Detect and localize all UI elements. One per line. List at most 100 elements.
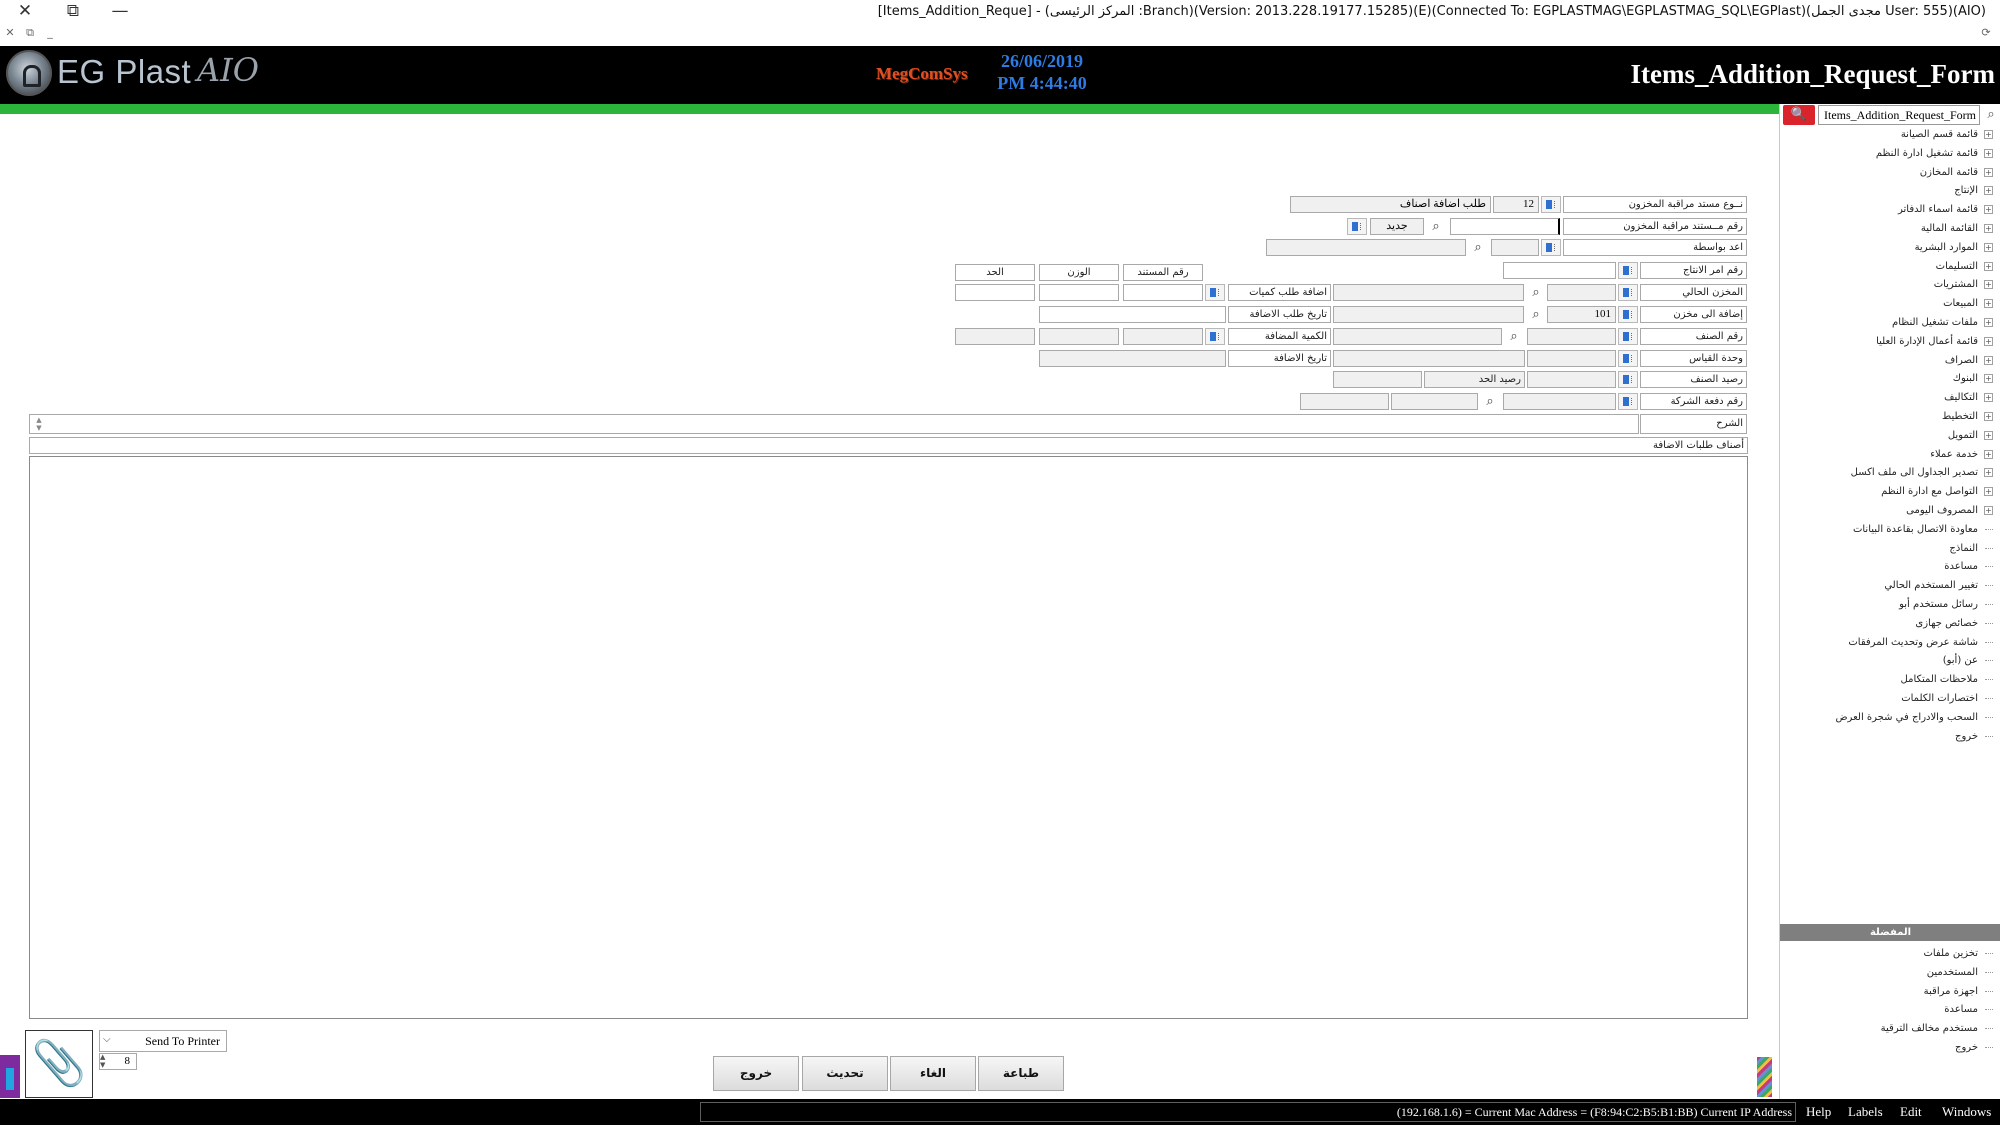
menu-tree-item[interactable]: شاشة عرض وتحديث المرفقات: [1848, 633, 1978, 652]
menu-tree-item[interactable]: قائمة تشغيل ادارة النظم: [1876, 144, 1978, 163]
menu-tree-item[interactable]: قائمة المخازن: [1920, 163, 1978, 182]
item-no-code-field[interactable]: [1527, 328, 1616, 345]
menu-tree-item[interactable]: التسليمات: [1936, 257, 1978, 276]
doc-type-code-field[interactable]: 12: [1493, 196, 1539, 213]
menu-labels[interactable]: Labels: [1848, 1103, 1883, 1121]
minimize-icon[interactable]: —: [98, 0, 142, 22]
cancel-button[interactable]: الغاء: [890, 1056, 976, 1091]
expand-plus-icon[interactable]: +: [1984, 167, 1993, 177]
production-order-field[interactable]: [1503, 262, 1616, 279]
menu-tree-item[interactable]: المشتريات: [1934, 275, 1978, 294]
menu-tree-item[interactable]: السحب والادراج في شجرة العرض: [1835, 708, 1978, 727]
refresh-icon[interactable]: ⟳: [1978, 25, 1994, 41]
current-store-lookup-icon[interactable]: [1618, 284, 1638, 301]
added-qty-lookup-icon[interactable]: [1205, 328, 1225, 345]
menu-tree-item[interactable]: التمويل: [1948, 426, 1978, 445]
expand-plus-icon[interactable]: +: [1984, 393, 1993, 403]
favorite-item[interactable]: مساعدة: [1944, 1000, 1978, 1019]
notes-input[interactable]: [29, 414, 1639, 434]
current-store-search-icon[interactable]: ⌕: [1526, 284, 1546, 301]
expand-plus-icon[interactable]: +: [1984, 374, 1993, 384]
expand-plus-icon[interactable]: +: [1984, 487, 1993, 497]
close-icon[interactable]: ✕: [3, 0, 47, 22]
doc-no-search-icon[interactable]: ⌕: [1426, 218, 1446, 235]
expand-plus-icon[interactable]: +: [1984, 148, 1993, 158]
item-no-lookup-icon[interactable]: [1618, 328, 1638, 345]
add-to-store-search-icon[interactable]: ⌕: [1526, 306, 1546, 323]
added-qty-doc-field[interactable]: [1123, 328, 1203, 345]
add-to-store-lookup-icon[interactable]: [1618, 306, 1638, 323]
menu-tree-item[interactable]: الموارد البشرية: [1915, 238, 1978, 257]
company-batch-lookup-icon[interactable]: [1618, 393, 1638, 410]
expand-plus-icon[interactable]: +: [1984, 318, 1993, 327]
menu-windows[interactable]: Windows: [1942, 1103, 1991, 1121]
menu-tree-item[interactable]: المصروف اليومى: [1906, 501, 1978, 520]
expand-plus-icon[interactable]: +: [1984, 242, 1993, 252]
magnifier-icon[interactable]: ⌕: [1982, 105, 2000, 125]
chevron-down-icon[interactable]: ⌵: [103, 1034, 111, 1045]
notes-scroll-icon[interactable]: ▲ ▼: [33, 416, 45, 432]
menu-tree-item[interactable]: ملاحظات المتكامل: [1901, 670, 1978, 689]
colorful-books-icon[interactable]: [1757, 1057, 1772, 1097]
menu-tree-item[interactable]: خصائص جهازى: [1915, 614, 1978, 633]
menu-tree-item[interactable]: الإنتاج: [1954, 181, 1978, 200]
menu-tree-item[interactable]: المبيعات: [1943, 294, 1978, 313]
menu-tree-item[interactable]: خدمة عملاء: [1930, 445, 1978, 464]
expand-plus-icon[interactable]: +: [1984, 430, 1993, 440]
expand-plus-icon[interactable]: +: [1984, 336, 1993, 346]
added-qty-limit-field[interactable]: [955, 328, 1035, 345]
qty-request-weight-field[interactable]: [1039, 284, 1119, 301]
print-button[interactable]: طباعة: [978, 1056, 1064, 1091]
expand-plus-icon[interactable]: +: [1984, 299, 1993, 309]
search-icon[interactable]: 🔍: [1783, 105, 1815, 125]
menu-tree-item[interactable]: التخطيط: [1942, 407, 1978, 426]
doc-no-input[interactable]: [1450, 218, 1560, 235]
addition-date-field[interactable]: [1039, 350, 1226, 367]
menu-tree-item[interactable]: معاودة الاتصال بقاعدة البيانات: [1853, 520, 1978, 539]
menu-tree-item[interactable]: الصراف: [1945, 351, 1978, 370]
menu-edit[interactable]: Edit: [1900, 1103, 1922, 1121]
production-order-lookup-icon[interactable]: [1618, 262, 1638, 279]
menu-tree-item[interactable]: خروج: [1955, 727, 1978, 746]
added-qty-weight-field[interactable]: [1039, 328, 1119, 345]
favorite-item[interactable]: تخزين ملفات: [1923, 944, 1978, 963]
menu-tree-item[interactable]: تغيير المستخدم الحالي: [1884, 576, 1978, 595]
prepared-by-code-field[interactable]: [1491, 239, 1539, 256]
menu-tree-item[interactable]: قائمة أعمال الإدارة العليا: [1876, 332, 1978, 351]
exit-button[interactable]: خروج: [713, 1056, 799, 1091]
favorite-item[interactable]: مستخدم مخالف الترقية: [1881, 1019, 1978, 1038]
current-store-code-field[interactable]: [1547, 284, 1616, 301]
mdi-close-icon[interactable]: ✕: [2, 25, 18, 41]
menu-search-input[interactable]: Items_Addition_Request_Form: [1818, 105, 1980, 125]
expand-plus-icon[interactable]: +: [1984, 412, 1993, 421]
update-button[interactable]: تحديث: [802, 1056, 888, 1091]
item-no-search-icon[interactable]: ⌕: [1504, 328, 1524, 345]
doc-no-lookup-icon[interactable]: [1347, 218, 1367, 235]
qty-request-limit-field[interactable]: [955, 284, 1035, 301]
menu-tree-item[interactable]: النماذج: [1949, 539, 1978, 558]
menu-tree-item[interactable]: التواصل مع ادارة النظم: [1881, 482, 1978, 501]
restore-icon[interactable]: ⧉: [51, 0, 95, 22]
expand-plus-icon[interactable]: +: [1984, 280, 1993, 290]
menu-help[interactable]: Help: [1806, 1103, 1831, 1121]
items-grid[interactable]: [29, 456, 1748, 1019]
menu-tree-item[interactable]: التكاليف: [1944, 388, 1978, 407]
item-balance-lookup-icon[interactable]: [1618, 371, 1638, 388]
prepared-by-lookup-icon[interactable]: [1541, 239, 1561, 256]
print-destination-select[interactable]: Send To Printer: [99, 1030, 227, 1052]
expand-plus-icon[interactable]: +: [1984, 224, 1993, 233]
menu-tree-item[interactable]: قائمة قسم الصيانة: [1901, 125, 1978, 144]
expand-plus-icon[interactable]: +: [1984, 449, 1993, 459]
expand-plus-icon[interactable]: +: [1984, 355, 1993, 365]
menu-tree-item[interactable]: البنوك: [1953, 369, 1978, 388]
request-date-field[interactable]: [1039, 306, 1226, 323]
unit-code-field[interactable]: [1527, 350, 1616, 367]
expand-plus-icon[interactable]: +: [1984, 261, 1993, 271]
add-to-store-code-field[interactable]: 101: [1547, 306, 1616, 323]
expand-plus-icon[interactable]: +: [1984, 130, 1993, 139]
company-batch-field[interactable]: [1503, 393, 1616, 410]
menu-tree-item[interactable]: عن (أبو): [1943, 651, 1978, 670]
menu-tree-item[interactable]: اختصارات الكلمات: [1901, 689, 1978, 708]
favorite-item[interactable]: خروج: [1955, 1038, 1978, 1057]
paperclip-icon[interactable]: 📎: [25, 1030, 93, 1098]
